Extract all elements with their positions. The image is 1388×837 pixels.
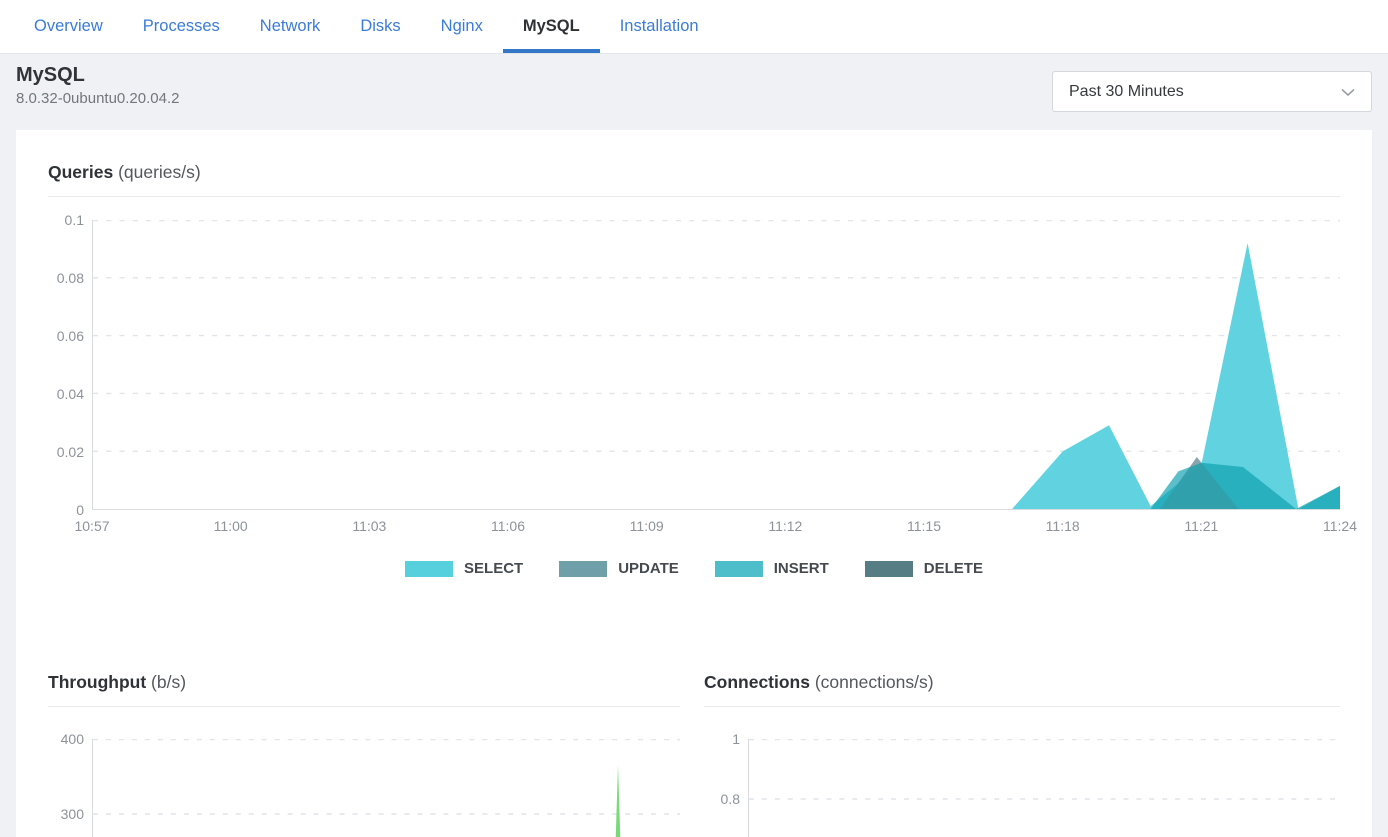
throughput-chart: 400300 xyxy=(48,739,680,837)
section-divider xyxy=(48,706,680,707)
tab-bar: OverviewProcessesNetworkDisksNginxMySQLI… xyxy=(0,0,1388,54)
legend-swatch-delete xyxy=(865,561,913,577)
tab-nginx[interactable]: Nginx xyxy=(421,0,503,53)
legend-swatch-select xyxy=(405,561,453,577)
x-tick-label: 10:57 xyxy=(74,518,109,534)
legend-item-update[interactable]: UPDATE xyxy=(559,560,679,577)
throughput-units-text: (b/s) xyxy=(151,672,186,692)
x-tick-label: 11:15 xyxy=(907,518,941,534)
x-tick-label: 11:00 xyxy=(214,518,248,534)
connections-units-text: (connections/s) xyxy=(815,672,934,692)
connections-y-axis: 10.8 xyxy=(704,739,748,837)
x-tick-label: 11:24 xyxy=(1323,518,1357,534)
legend-label: SELECT xyxy=(464,560,523,577)
legend-label: DELETE xyxy=(924,560,983,577)
x-tick-label: 11:18 xyxy=(1046,518,1080,534)
y-tick-label: 0.04 xyxy=(57,386,84,402)
queries-units-text: (queries/s) xyxy=(118,162,201,182)
queries-title-text: Queries xyxy=(48,162,113,182)
throughput-y-axis: 400300 xyxy=(48,739,92,837)
metrics-card: Queries (queries/s) 0.1 0.08 0.06 0.04 0.02 0… xyxy=(16,130,1372,837)
page-header: MySQL 8.0.32-0ubuntu0.20.04.2 Past 30 Mi… xyxy=(0,54,1388,130)
tab-disks[interactable]: Disks xyxy=(340,0,420,53)
y-tick-label: 0.02 xyxy=(57,444,84,460)
legend-label: INSERT xyxy=(774,560,829,577)
time-range-value: Past 30 Minutes xyxy=(1069,83,1339,101)
legend-swatch-update xyxy=(559,561,607,577)
tab-overview[interactable]: Overview xyxy=(14,0,123,53)
series-area-insert xyxy=(93,463,1340,509)
throughput-section-title: Throughput (b/s) xyxy=(48,672,680,693)
y-tick-label: 0.06 xyxy=(57,328,84,344)
y-tick-label: 0.8 xyxy=(721,791,740,807)
y-tick-label: 0 xyxy=(76,502,84,518)
y-tick-label: 300 xyxy=(61,806,84,822)
connections-chart: 10.8 xyxy=(704,739,1340,837)
x-tick-label: 11:03 xyxy=(352,518,386,534)
tab-network[interactable]: Network xyxy=(240,0,341,53)
legend-swatch-insert xyxy=(715,561,763,577)
throughput-plot-area[interactable] xyxy=(92,739,680,837)
queries-y-axis: 0.10.080.060.040.020 xyxy=(48,220,92,510)
throughput-section: Throughput (b/s) 400300 xyxy=(48,672,680,837)
chevron-down-icon xyxy=(1339,83,1357,101)
series-area-throughput xyxy=(93,765,680,837)
queries-section-title: Queries (queries/s) xyxy=(48,162,1340,183)
queries-plot-area[interactable] xyxy=(92,220,1340,510)
connections-section-title: Connections (connections/s) xyxy=(704,672,1340,693)
y-tick-label: 0.1 xyxy=(65,212,84,228)
connections-plot-area[interactable] xyxy=(748,739,1340,837)
x-tick-label: 11:09 xyxy=(630,518,664,534)
y-tick-label: 0.08 xyxy=(57,270,84,286)
section-divider xyxy=(48,196,1340,197)
legend-item-insert[interactable]: INSERT xyxy=(715,560,829,577)
series-area-select xyxy=(93,243,1340,509)
legend-item-delete[interactable]: DELETE xyxy=(865,560,983,577)
connections-section: Connections (connections/s) 10.8 xyxy=(704,672,1340,837)
section-divider xyxy=(704,706,1340,707)
y-tick-label: 400 xyxy=(61,731,84,747)
queries-chart: 0.10.080.060.040.020 xyxy=(48,220,1340,510)
legend-item-select[interactable]: SELECT xyxy=(405,560,523,577)
bottom-charts-row: Throughput (b/s) 400300 Connections (con… xyxy=(48,672,1340,837)
queries-legend: SELECT UPDATE INSERT DELETE xyxy=(48,560,1340,577)
connections-title-text: Connections xyxy=(704,672,810,692)
legend-label: UPDATE xyxy=(618,560,679,577)
x-tick-label: 11:21 xyxy=(1184,518,1218,534)
y-tick-label: 1 xyxy=(732,731,740,747)
throughput-title-text: Throughput xyxy=(48,672,146,692)
x-tick-label: 11:12 xyxy=(768,518,802,534)
tab-processes[interactable]: Processes xyxy=(123,0,240,53)
series-area-update xyxy=(93,457,1340,509)
time-range-select[interactable]: Past 30 Minutes xyxy=(1052,71,1372,112)
tab-installation[interactable]: Installation xyxy=(600,0,719,53)
tab-mysql[interactable]: MySQL xyxy=(503,0,600,53)
x-tick-label: 11:06 xyxy=(491,518,525,534)
queries-x-axis: 10:5711:0011:0311:0611:0911:1211:1511:18… xyxy=(92,518,1340,540)
